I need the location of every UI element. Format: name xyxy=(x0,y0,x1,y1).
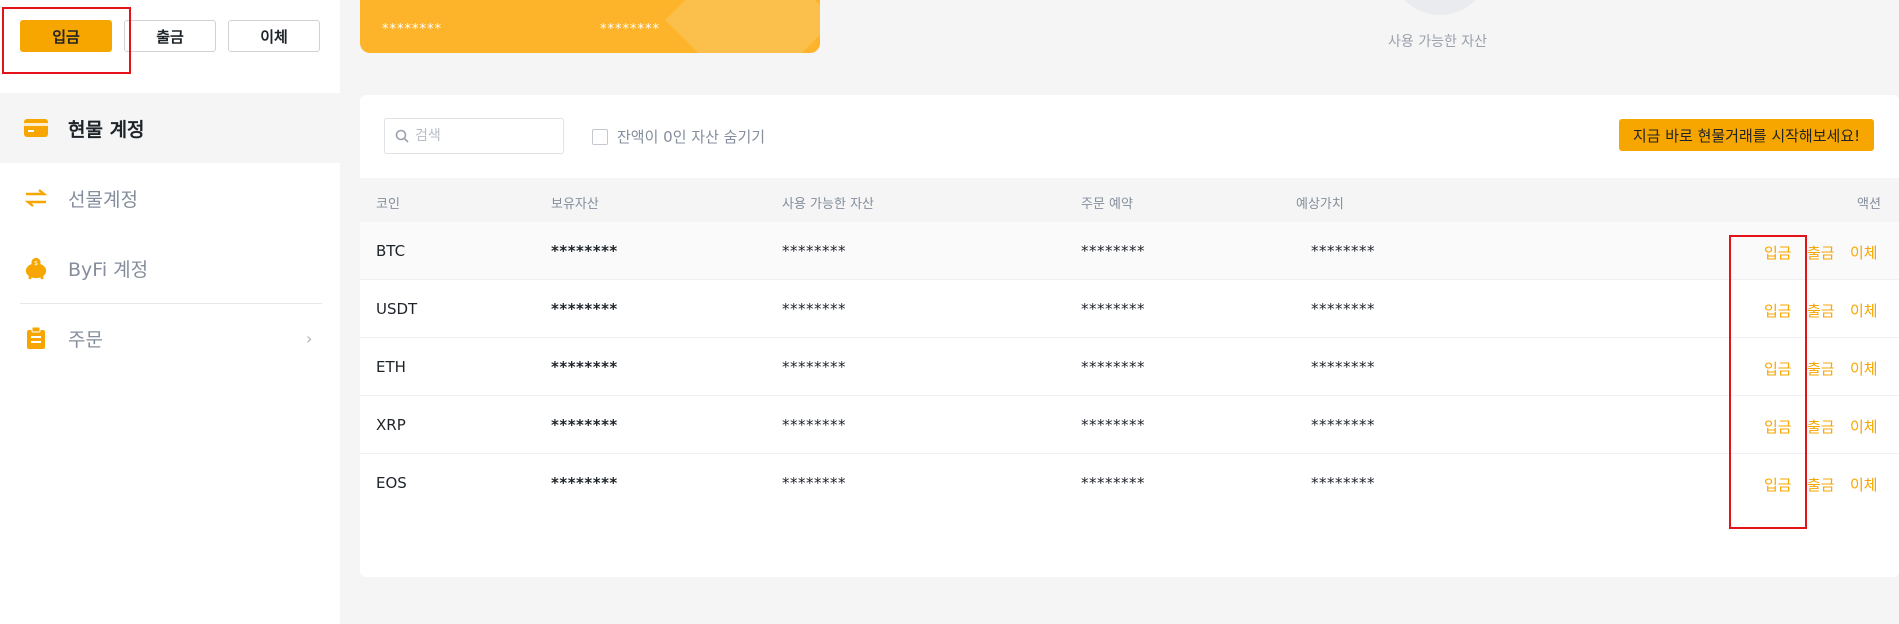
row-transfer-link[interactable]: 이체 xyxy=(1850,300,1878,321)
order-reserve-value: ******** xyxy=(1081,474,1145,492)
estimated-value: ******** xyxy=(1311,300,1375,318)
start-spot-trading-button[interactable]: 지금 바로 현물거래를 시작해보세요! xyxy=(1619,119,1874,151)
coin-symbol: ETH xyxy=(376,358,406,376)
row-withdraw-link[interactable]: 출금 xyxy=(1807,416,1835,437)
asset-card: ******** ******** xyxy=(360,0,820,53)
search-box[interactable] xyxy=(384,118,564,154)
sidebar-item-label: 현물 계정 xyxy=(68,118,145,141)
coin-symbol: BTC xyxy=(376,242,406,260)
sidebar-item-spot-account[interactable]: 현물 계정 xyxy=(0,93,340,163)
row-deposit-link[interactable]: 입금 xyxy=(1764,358,1792,379)
exchange-arrows-icon xyxy=(24,186,48,210)
row-transfer-link[interactable]: 이체 xyxy=(1850,358,1878,379)
available-assets-label: 사용 가능한 자산 xyxy=(1388,34,1488,50)
chevron-right-icon: › xyxy=(306,328,313,348)
card-decoration xyxy=(665,0,820,53)
column-header-action: 액션 xyxy=(1857,197,1881,212)
search-input[interactable] xyxy=(415,128,555,144)
table-row: BTC ******** ******** ******** ******** … xyxy=(360,222,1899,280)
sidebar-item-label: ByFi 계정 xyxy=(68,258,149,281)
card-masked-value: ******** xyxy=(600,22,660,37)
withdraw-button[interactable]: 출금 xyxy=(124,20,216,52)
deposit-button[interactable]: 입금 xyxy=(20,20,112,52)
table-row: XRP ******** ******** ******** ******** … xyxy=(360,396,1899,454)
order-reserve-value: ******** xyxy=(1081,300,1145,318)
asset-table-panel: 잔액이 0인 자산 숨기기 지금 바로 현물거래를 시작해보세요! 코인 보유자… xyxy=(360,95,1899,577)
sidebar-item-label: 선물계정 xyxy=(68,188,138,211)
available-value: ******** xyxy=(782,242,846,260)
table-header: 코인 보유자산 사용 가능한 자산 주문 예약 예상가치 액션 xyxy=(360,178,1899,222)
top-action-bar: 입금 출금 이체 xyxy=(0,0,340,93)
holdings-value: ******** xyxy=(551,358,618,376)
holdings-value: ******** xyxy=(551,474,618,492)
row-transfer-link[interactable]: 이체 xyxy=(1850,474,1878,495)
column-header-available: 사용 가능한 자산 xyxy=(782,197,874,212)
table-row: ETH ******** ******** ******** ******** … xyxy=(360,338,1899,396)
hide-zero-checkbox[interactable] xyxy=(592,128,608,145)
estimated-value: ******** xyxy=(1311,242,1375,260)
order-reserve-value: ******** xyxy=(1081,416,1145,434)
holdings-value: ******** xyxy=(551,416,618,434)
svg-text:$: $ xyxy=(34,259,38,267)
column-header-holdings: 보유자산 xyxy=(551,197,599,212)
coin-symbol: EOS xyxy=(376,474,407,492)
wallet-icon xyxy=(24,116,48,140)
coin-symbol: XRP xyxy=(376,416,406,434)
card-masked-value: ******** xyxy=(382,22,442,37)
sidebar: 입금 출금 이체 현물 계정 선물계정 $ ByFi 계정 주문 › xyxy=(0,0,340,624)
column-header-coin: 코인 xyxy=(376,197,400,212)
sidebar-item-futures-account[interactable]: 선물계정 xyxy=(0,163,340,233)
available-value: ******** xyxy=(782,474,846,492)
coin-symbol: USDT xyxy=(376,300,418,318)
row-withdraw-link[interactable]: 출금 xyxy=(1807,242,1835,263)
estimated-value: ******** xyxy=(1311,474,1375,492)
row-deposit-link[interactable]: 입금 xyxy=(1764,416,1792,437)
row-withdraw-link[interactable]: 출금 xyxy=(1807,474,1835,495)
asset-chart-circle xyxy=(1390,0,1490,15)
order-reserve-value: ******** xyxy=(1081,242,1145,260)
available-value: ******** xyxy=(782,300,846,318)
hide-zero-label: 잔액이 0인 자산 숨기기 xyxy=(617,128,766,146)
holdings-value: ******** xyxy=(551,242,618,260)
table-row: EOS ******** ******** ******** ******** … xyxy=(360,454,1899,512)
row-deposit-link[interactable]: 입금 xyxy=(1764,300,1792,321)
holdings-value: ******** xyxy=(551,300,618,318)
clipboard-icon xyxy=(24,326,48,350)
row-transfer-link[interactable]: 이체 xyxy=(1850,416,1878,437)
sidebar-item-orders[interactable]: 주문 › xyxy=(0,303,340,373)
available-value: ******** xyxy=(782,416,846,434)
available-value: ******** xyxy=(782,358,846,376)
row-withdraw-link[interactable]: 출금 xyxy=(1807,358,1835,379)
row-transfer-link[interactable]: 이체 xyxy=(1850,242,1878,263)
piggy-bank-icon: $ xyxy=(24,256,48,280)
row-deposit-link[interactable]: 입금 xyxy=(1764,242,1792,263)
estimated-value: ******** xyxy=(1311,416,1375,434)
search-icon xyxy=(395,129,409,143)
row-deposit-link[interactable]: 입금 xyxy=(1764,474,1792,495)
estimated-value: ******** xyxy=(1311,358,1375,376)
hide-zero-balance-toggle[interactable]: 잔액이 0인 자산 숨기기 xyxy=(592,126,765,147)
column-header-order-reserve: 주문 예약 xyxy=(1081,197,1133,212)
order-reserve-value: ******** xyxy=(1081,358,1145,376)
row-withdraw-link[interactable]: 출금 xyxy=(1807,300,1835,321)
column-header-estimated-value: 예상가치 xyxy=(1296,197,1344,212)
sidebar-item-byfi-account[interactable]: $ ByFi 계정 xyxy=(0,233,340,303)
transfer-button[interactable]: 이체 xyxy=(228,20,320,52)
sidebar-item-label: 주문 xyxy=(68,328,103,351)
table-row: USDT ******** ******** ******** ********… xyxy=(360,280,1899,338)
